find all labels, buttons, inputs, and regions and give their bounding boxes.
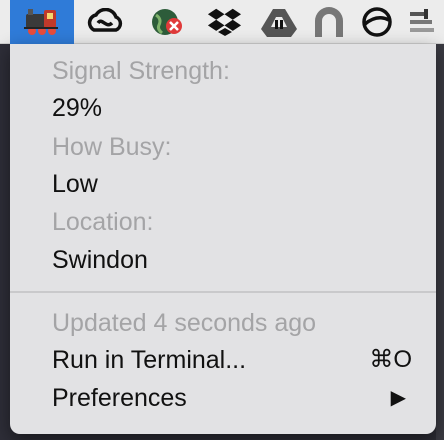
stack-status-item[interactable] — [398, 0, 444, 44]
dropbox-status-item[interactable] — [200, 0, 250, 44]
creative-cloud-icon — [87, 8, 123, 32]
creative-cloud-status-item[interactable] — [80, 0, 130, 44]
preferences-menu-item[interactable]: Preferences ▶ — [52, 380, 412, 416]
desktop-background — [0, 44, 10, 440]
train-icon — [24, 9, 58, 35]
google-drive-status-item[interactable] — [254, 0, 304, 44]
location-value: Swindon — [52, 246, 148, 274]
how-busy-value: Low — [52, 170, 98, 198]
arch-icon — [315, 7, 343, 37]
preferences-label: Preferences — [52, 384, 187, 412]
circle-slash-icon — [362, 7, 392, 37]
google-drive-icon — [261, 9, 297, 37]
globe-status-item[interactable] — [142, 0, 192, 44]
run-in-terminal-label: Run in Terminal... — [52, 346, 247, 374]
dropbox-icon — [207, 8, 242, 36]
circle-slash-status-item[interactable] — [352, 0, 402, 44]
run-in-terminal-menu-item[interactable]: Run in Terminal... ⌘O — [52, 342, 412, 378]
updated-status: Updated 4 seconds ago — [52, 309, 317, 337]
run-in-terminal-shortcut: ⌘O — [369, 346, 412, 373]
menu-bar — [0, 0, 444, 44]
location-label: Location: — [52, 208, 154, 236]
train-status-item[interactable] — [10, 0, 74, 44]
menu-separator — [10, 291, 436, 293]
submenu-arrow-icon: ▶ — [390, 387, 406, 409]
how-busy-label: How Busy: — [52, 133, 172, 161]
globe-blocked-icon — [152, 9, 182, 35]
signal-strength-label: Signal Strength: — [52, 57, 230, 85]
dropdown-menu: Signal Strength: 29% How Busy: Low Locat… — [10, 44, 436, 434]
desktop-background-right — [436, 44, 444, 440]
stack-icon — [410, 9, 434, 32]
signal-strength-value: 29% — [52, 94, 103, 122]
arch-status-item[interactable] — [304, 0, 354, 44]
